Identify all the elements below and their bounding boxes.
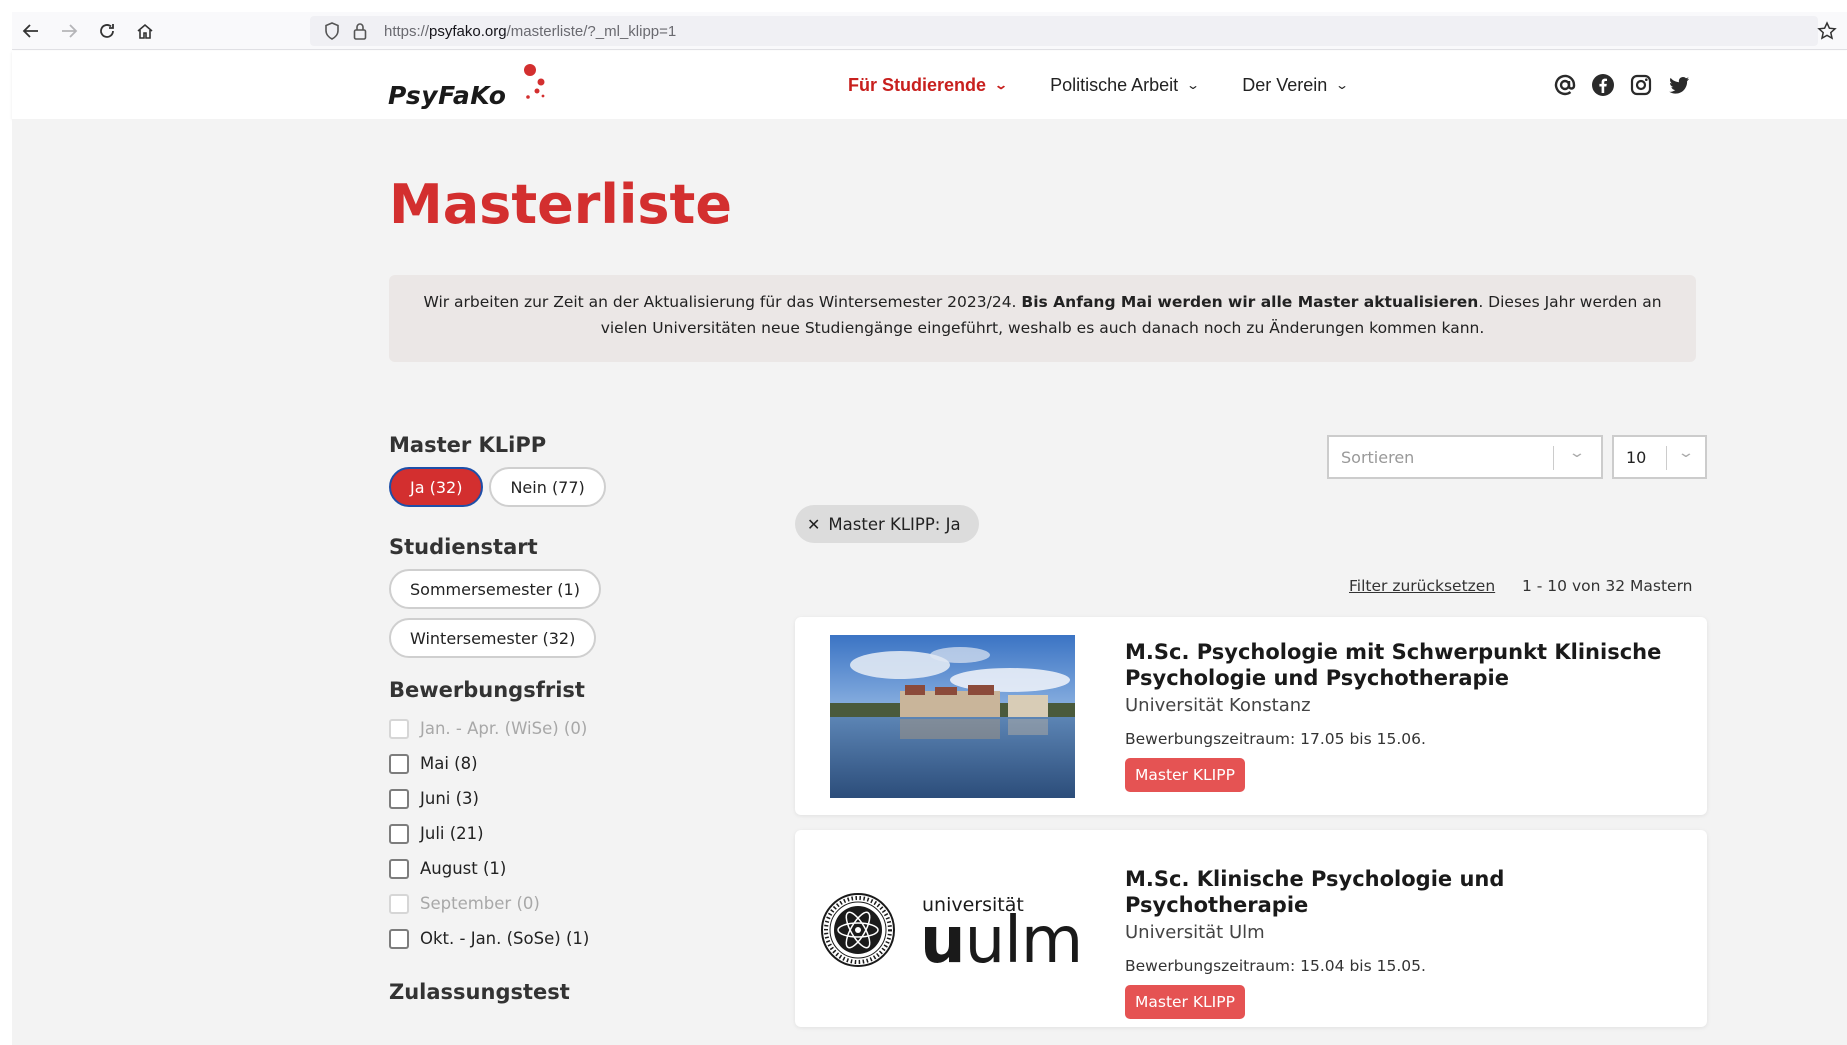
university-photo: [830, 635, 1075, 798]
home-icon[interactable]: [126, 12, 164, 50]
checkbox[interactable]: [389, 788, 409, 809]
chevron-down-icon: ⌄: [1568, 445, 1586, 461]
page-title: Masterliste: [389, 173, 732, 236]
reset-filters-link[interactable]: Filter zurücksetzen: [1349, 577, 1495, 595]
result-count: 1 - 10 von 32 Mastern: [1522, 577, 1693, 595]
filter-heading-bewerbungsfrist: Bewerbungsfrist: [389, 678, 585, 702]
chevron-down-icon: ⌄: [994, 78, 1009, 92]
filter-heading-klipp: Master KLiPP: [389, 433, 547, 457]
chevron-down-icon: ⌄: [1677, 445, 1695, 461]
filter-klipp-nein[interactable]: Nein (77): [489, 467, 606, 507]
checkbox[interactable]: [389, 858, 409, 879]
master-card[interactable]: universität uulm M.Sc. Klinische Psychol…: [795, 830, 1707, 1027]
master-title[interactable]: M.Sc. Psychologie mit Schwerpunkt Klinis…: [1125, 639, 1685, 691]
bewerbungsfrist-options: Jan. - Apr. (WiSe) (0) Mai (8) Juni (3) …: [389, 711, 749, 956]
filter-klipp-ja[interactable]: Ja (32): [389, 467, 484, 507]
university-name: Universität Konstanz: [1125, 695, 1311, 716]
psyfako-logo[interactable]: PsyFaKo: [388, 63, 558, 115]
page-content: Masterliste Wir arbeiten zur Zeit an der…: [12, 119, 1847, 1045]
logo-dots-icon: [524, 64, 545, 99]
site-header: PsyFaKo Für Studierende ⌄ Politische Arbe…: [12, 51, 1847, 119]
master-title[interactable]: M.Sc. Klinische Psychologie und Psychoth…: [1125, 866, 1685, 918]
nav-der-verein[interactable]: Der Verein ⌄: [1242, 75, 1350, 96]
checkbox-okt-jan[interactable]: Okt. - Jan. (SoSe) (1): [389, 921, 749, 956]
university-name: Universität Ulm: [1125, 922, 1265, 943]
filter-wintersemester[interactable]: Wintersemester (32): [389, 618, 597, 658]
klipp-options: Ja (32) Nein (77): [389, 467, 749, 507]
social-links: [1546, 71, 1698, 99]
forward-icon[interactable]: [50, 12, 88, 50]
nav-politische-arbeit[interactable]: Politische Arbeit ⌄: [1050, 75, 1201, 96]
application-period: Bewerbungszeitraum: 15.04 bis 15.05.: [1125, 957, 1426, 975]
per-page-select[interactable]: 10 ⌄: [1612, 435, 1707, 479]
update-notice: Wir arbeiten zur Zeit an der Aktualisier…: [389, 275, 1696, 362]
twitter-icon[interactable]: [1660, 71, 1698, 99]
browser-toolbar: https://psyfako.org/masterliste/?_ml_kli…: [12, 12, 1847, 50]
instagram-icon[interactable]: [1622, 71, 1660, 99]
close-icon[interactable]: ✕: [807, 515, 820, 534]
filter-heading-studienstart: Studienstart: [389, 535, 538, 559]
chevron-down-icon: ⌄: [1335, 78, 1350, 92]
bookmark-star-icon[interactable]: [1813, 17, 1841, 45]
url-text: https://psyfako.org/masterliste/?_ml_kli…: [384, 22, 677, 40]
filter-sidebar: Master KLiPP Ja (32) Nein (77) Studiensta…: [389, 433, 749, 1004]
klipp-badge: Master KLIPP: [1125, 758, 1245, 792]
university-logo: universität uulm: [820, 888, 1100, 988]
checkbox-september[interactable]: September (0): [389, 886, 749, 921]
filter-sommersemester[interactable]: Sommersemester (1): [389, 569, 601, 609]
application-period: Bewerbungszeitraum: 17.05 bis 15.06.: [1125, 730, 1426, 748]
card-info: M.Sc. Klinische Psychologie und Psychoth…: [1125, 866, 1685, 1019]
klipp-badge: Master KLIPP: [1125, 985, 1245, 1019]
active-filter-chip[interactable]: ✕ Master KLIPP: Ja: [795, 505, 979, 543]
checkbox[interactable]: [389, 718, 409, 739]
sort-select[interactable]: Sortieren ⌄: [1327, 435, 1603, 479]
checkbox[interactable]: [389, 823, 409, 844]
checkbox-august[interactable]: August (1): [389, 851, 749, 886]
nav-fuer-studierende[interactable]: Für Studierende ⌄: [848, 75, 1009, 96]
address-bar[interactable]: https://psyfako.org/masterliste/?_ml_kli…: [310, 16, 1818, 46]
checkbox-juni[interactable]: Juni (3): [389, 781, 749, 816]
back-icon[interactable]: [12, 12, 50, 50]
facebook-icon[interactable]: [1584, 71, 1622, 99]
master-card[interactable]: M.Sc. Psychologie mit Schwerpunkt Klinis…: [795, 617, 1707, 815]
filter-heading-zulassungstest: Zulassungstest: [389, 980, 570, 1004]
checkbox[interactable]: [389, 928, 409, 949]
checkbox[interactable]: [389, 893, 409, 914]
lock-icon[interactable]: [346, 22, 374, 40]
ulm-seal-icon: [821, 893, 895, 967]
main-navigation: Für Studierende ⌄ Politische Arbeit ⌄ Der …: [848, 51, 1391, 119]
chevron-down-icon: ⌄: [1186, 78, 1201, 92]
card-info: M.Sc. Psychologie mit Schwerpunkt Klinis…: [1125, 639, 1685, 792]
studienstart-options: Sommersemester (1) Wintersemester (32): [389, 569, 749, 658]
checkbox-jan-apr[interactable]: Jan. - Apr. (WiSe) (0): [389, 711, 749, 746]
at-icon[interactable]: [1546, 71, 1584, 99]
checkbox[interactable]: [389, 753, 409, 774]
reload-icon[interactable]: [88, 12, 126, 50]
shield-icon[interactable]: [318, 22, 346, 40]
checkbox-juli[interactable]: Juli (21): [389, 816, 749, 851]
checkbox-mai[interactable]: Mai (8): [389, 746, 749, 781]
